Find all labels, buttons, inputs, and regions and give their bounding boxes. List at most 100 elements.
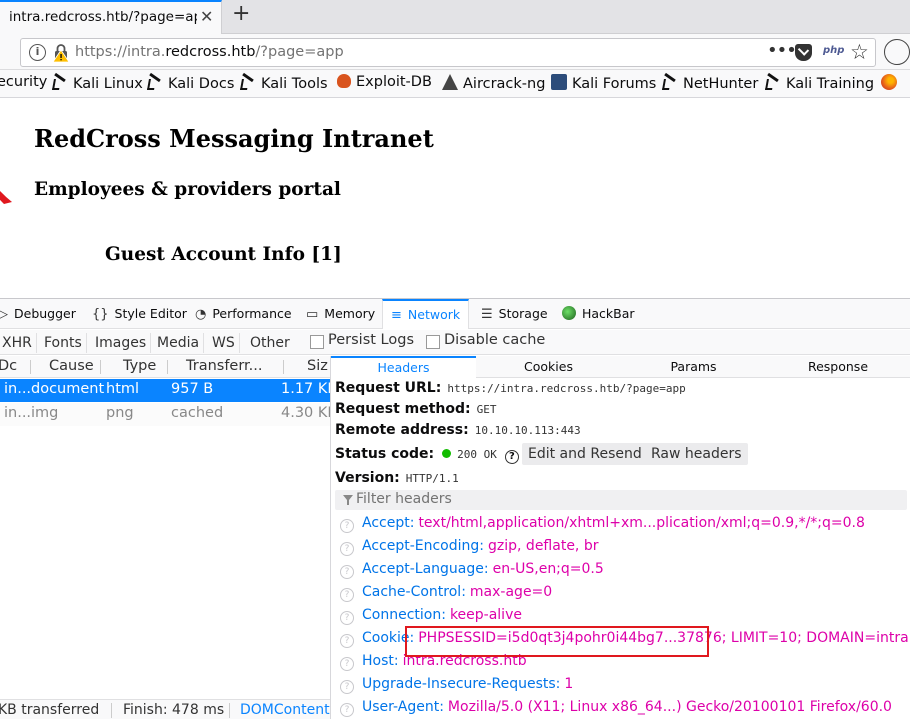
gauge-icon: ◔	[195, 307, 207, 322]
url-text[interactable]: https://intra.redcross.htb/?page=app	[75, 44, 344, 60]
column-type[interactable]: Type	[123, 358, 156, 374]
bookmark-label: ecurity	[0, 74, 48, 90]
disable-cache-label: Disable cache	[444, 332, 546, 348]
column-size[interactable]: Siz	[307, 358, 328, 374]
raw-headers-button[interactable]: Raw headers	[645, 443, 748, 465]
request-details-panel: Headers Cookies Params Response Request …	[331, 356, 910, 719]
header-help-icon[interactable]: ?	[340, 542, 354, 556]
filter-images[interactable]: Images	[91, 333, 152, 353]
status-separator	[229, 703, 230, 718]
kali-dragon-icon	[765, 74, 781, 90]
tab-debugger[interactable]: ▷ Debugger	[0, 299, 76, 329]
tab-headers[interactable]: Headers	[331, 356, 476, 378]
tab-label: Storage	[498, 306, 548, 321]
header-help-icon[interactable]: ?	[340, 611, 354, 625]
url-domain: redcross.htb	[165, 44, 256, 60]
status-code-label: Status code:	[335, 446, 435, 462]
remote-address-label: Remote address:	[335, 422, 469, 438]
filter-fonts[interactable]: Fonts	[40, 333, 87, 353]
tab-hackbar[interactable]: HackBar	[562, 299, 635, 329]
memory-chip-icon: ▭	[306, 307, 319, 322]
account-icon[interactable]	[884, 39, 910, 65]
request-method-row: Request method: GET	[335, 401, 497, 417]
bookmark-aircrack[interactable]: Aircrack-ng	[442, 74, 545, 92]
filter-ws[interactable]: WS	[208, 333, 240, 353]
filter-xhr[interactable]: XHR	[0, 333, 37, 353]
pocket-icon[interactable]	[795, 44, 812, 61]
help-icon[interactable]: ?	[504, 450, 519, 464]
tab-label: Style Editor	[114, 306, 187, 321]
header-value: gzip, deflate, br	[488, 538, 599, 554]
request-url-row: Request URL: https://intra.redcross.htb/?…	[335, 380, 686, 396]
request-table-header: Dc Cause Type Transferr... Siz	[0, 356, 330, 378]
request-type: html	[106, 381, 140, 397]
column-domain[interactable]: Dc	[0, 358, 17, 374]
bookmark-kali-forums[interactable]: Kali Forums	[551, 74, 656, 92]
tab-network[interactable]: ≡ Network	[382, 299, 470, 329]
header-help-icon[interactable]: ?	[340, 703, 354, 717]
header-value: 1	[564, 676, 574, 692]
request-row[interactable]: in... img png cached 4.30 KB	[0, 403, 330, 426]
kali-forums-icon	[551, 74, 567, 90]
hackbar-icon	[562, 306, 576, 320]
insecure-lock-icon[interactable]	[52, 43, 70, 63]
edit-and-resend-button[interactable]: Edit and Resend	[522, 443, 648, 465]
header-help-icon[interactable]: ?	[340, 588, 354, 602]
filter-headers-input[interactable]: Filter headers	[335, 490, 907, 510]
header-value: max-age=0	[469, 584, 553, 600]
request-cause: document	[31, 381, 105, 397]
tab-cookies[interactable]: Cookies	[476, 356, 621, 378]
info-icon[interactable]: i	[29, 44, 46, 61]
remote-address-value: 10.10.10.113:443	[474, 424, 581, 437]
header-name: Upgrade-Insecure-Requests:	[362, 676, 561, 692]
header-help-icon[interactable]: ?	[340, 657, 354, 671]
header-accept: ? Accept: text/html,application/xhtml+xm..…	[340, 515, 865, 537]
tab-response[interactable]: Response	[766, 356, 910, 378]
browser-tab[interactable]: intra.redcross.htb/?page=app ✕	[0, 0, 222, 34]
bookmark-firefox[interactable]	[881, 74, 902, 92]
bookmark-kali-training[interactable]: Kali Training	[765, 74, 874, 92]
new-tab-icon[interactable]: +	[232, 1, 250, 26]
bookmark-kali-tools[interactable]: Kali Tools	[240, 74, 328, 92]
request-row[interactable]: in... document html 957 B 1.17 KB	[0, 379, 330, 402]
bookmark-nethunter[interactable]: NetHunter	[662, 74, 758, 92]
debugger-icon: ▷	[0, 307, 8, 322]
header-help-icon[interactable]: ?	[340, 565, 354, 579]
column-separator	[167, 360, 168, 374]
bookmark-label: Aircrack-ng	[463, 76, 546, 92]
bookmark-kali-docs[interactable]: Kali Docs	[147, 74, 234, 92]
header-help-icon[interactable]: ?	[340, 680, 354, 694]
version-value: HTTP/1.1	[405, 472, 459, 485]
header-help-icon[interactable]: ?	[340, 519, 354, 533]
bookmark-security[interactable]: ecurity	[0, 74, 47, 90]
bookmark-star-icon[interactable]: ☆	[850, 40, 869, 64]
filter-other[interactable]: Other	[246, 333, 294, 353]
tab-params[interactable]: Params	[621, 356, 766, 378]
request-method-value: GET	[476, 403, 497, 416]
header-help-icon[interactable]: ?	[340, 634, 354, 648]
kali-dragon-icon	[662, 74, 678, 90]
status-code-value: 200 OK	[457, 448, 497, 461]
tab-memory[interactable]: ▭ Memory	[306, 299, 375, 329]
header-connection: ? Connection: keep-alive	[340, 607, 522, 629]
page-actions-icon[interactable]: •••	[767, 40, 797, 61]
filter-media[interactable]: Media	[153, 333, 205, 353]
column-transferred[interactable]: Transferr...	[186, 358, 263, 374]
request-list: in... document html 957 B 1.17 KB in... …	[0, 379, 330, 694]
tab-performance[interactable]: ◔ Performance	[195, 299, 292, 329]
persist-logs-checkbox[interactable]	[310, 335, 324, 349]
disable-cache-checkbox[interactable]	[426, 335, 440, 349]
request-size: 4.30 KB	[281, 405, 330, 421]
bookmark-kali-linux[interactable]: Kali Linux	[52, 74, 143, 92]
php-extension-icon[interactable]: php	[823, 45, 844, 56]
bookmark-exploit-db[interactable]: Exploit-DB	[337, 74, 432, 90]
column-cause[interactable]: Cause	[49, 358, 94, 374]
tab-storage[interactable]: ☰ Storage	[481, 299, 548, 329]
address-bar[interactable]: i https://intra.redcross.htb/?page=app •…	[20, 38, 876, 67]
firefox-icon	[881, 74, 897, 90]
request-file: in...	[4, 381, 32, 397]
close-tab-icon[interactable]: ✕	[200, 7, 213, 26]
request-file: in...	[4, 405, 32, 421]
tab-style-editor[interactable]: {} Style Editor	[92, 299, 187, 329]
header-cache-control: ? Cache-Control: max-age=0	[340, 584, 552, 606]
